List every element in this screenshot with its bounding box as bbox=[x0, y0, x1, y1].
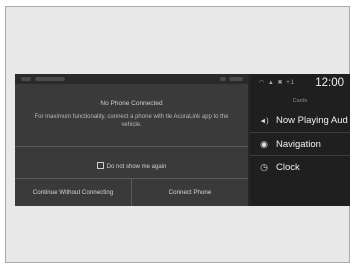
display-screen: No Phone Connected For maximum functiona… bbox=[15, 74, 350, 206]
divider bbox=[250, 155, 350, 156]
blurred-text bbox=[229, 77, 243, 81]
cards-header: Cards bbox=[292, 98, 308, 104]
blurred-text bbox=[35, 77, 65, 81]
connect-phone-button[interactable]: Connect Phone bbox=[132, 180, 248, 206]
divider bbox=[250, 132, 350, 133]
home-area: No Phone Connected For maximum functiona… bbox=[15, 74, 248, 206]
card-navigation[interactable]: ◉ Navigation bbox=[250, 134, 350, 154]
card-label: Clock bbox=[276, 162, 300, 173]
signal-icon: ▲ bbox=[267, 80, 275, 86]
blurred-status-strip bbox=[15, 74, 248, 84]
dialog-message: For maximum functionality, connect a pho… bbox=[34, 114, 229, 128]
checkbox-icon[interactable] bbox=[96, 162, 104, 169]
card-label: Now Playing Aud bbox=[276, 115, 348, 126]
blurred-icon bbox=[220, 77, 226, 81]
blurred-icon bbox=[21, 77, 31, 81]
clock-icon: ◷ bbox=[260, 162, 268, 172]
do-not-show-row[interactable]: Do not show me again bbox=[15, 162, 248, 172]
speaker-icon: ◄) bbox=[259, 118, 269, 125]
card-now-playing[interactable]: ◄) Now Playing Aud bbox=[250, 111, 350, 131]
signal-count: +1 bbox=[286, 80, 296, 86]
cards-panel: ◠ ▲ ✖ +1 12:00 Cards ◄) Now Playing Aud ◉… bbox=[250, 74, 350, 206]
clock-display: 12:00 bbox=[315, 77, 344, 89]
divider bbox=[15, 146, 248, 147]
card-clock[interactable]: ◷ Clock bbox=[250, 157, 350, 177]
navigation-icon: ◉ bbox=[260, 139, 268, 149]
checkbox-label: Do not show me again bbox=[106, 164, 167, 170]
dialog-title: No Phone Connected bbox=[100, 100, 163, 107]
bluetooth-icon: ✖ bbox=[277, 80, 284, 86]
wifi-icon: ◠ bbox=[259, 80, 266, 86]
continue-without-connecting-button[interactable]: Continue Without Connecting bbox=[15, 180, 131, 206]
card-label: Navigation bbox=[276, 139, 321, 150]
status-icons: ◠ ▲ ✖ +1 bbox=[259, 79, 295, 86]
no-phone-dialog: No Phone Connected For maximum functiona… bbox=[15, 84, 248, 206]
